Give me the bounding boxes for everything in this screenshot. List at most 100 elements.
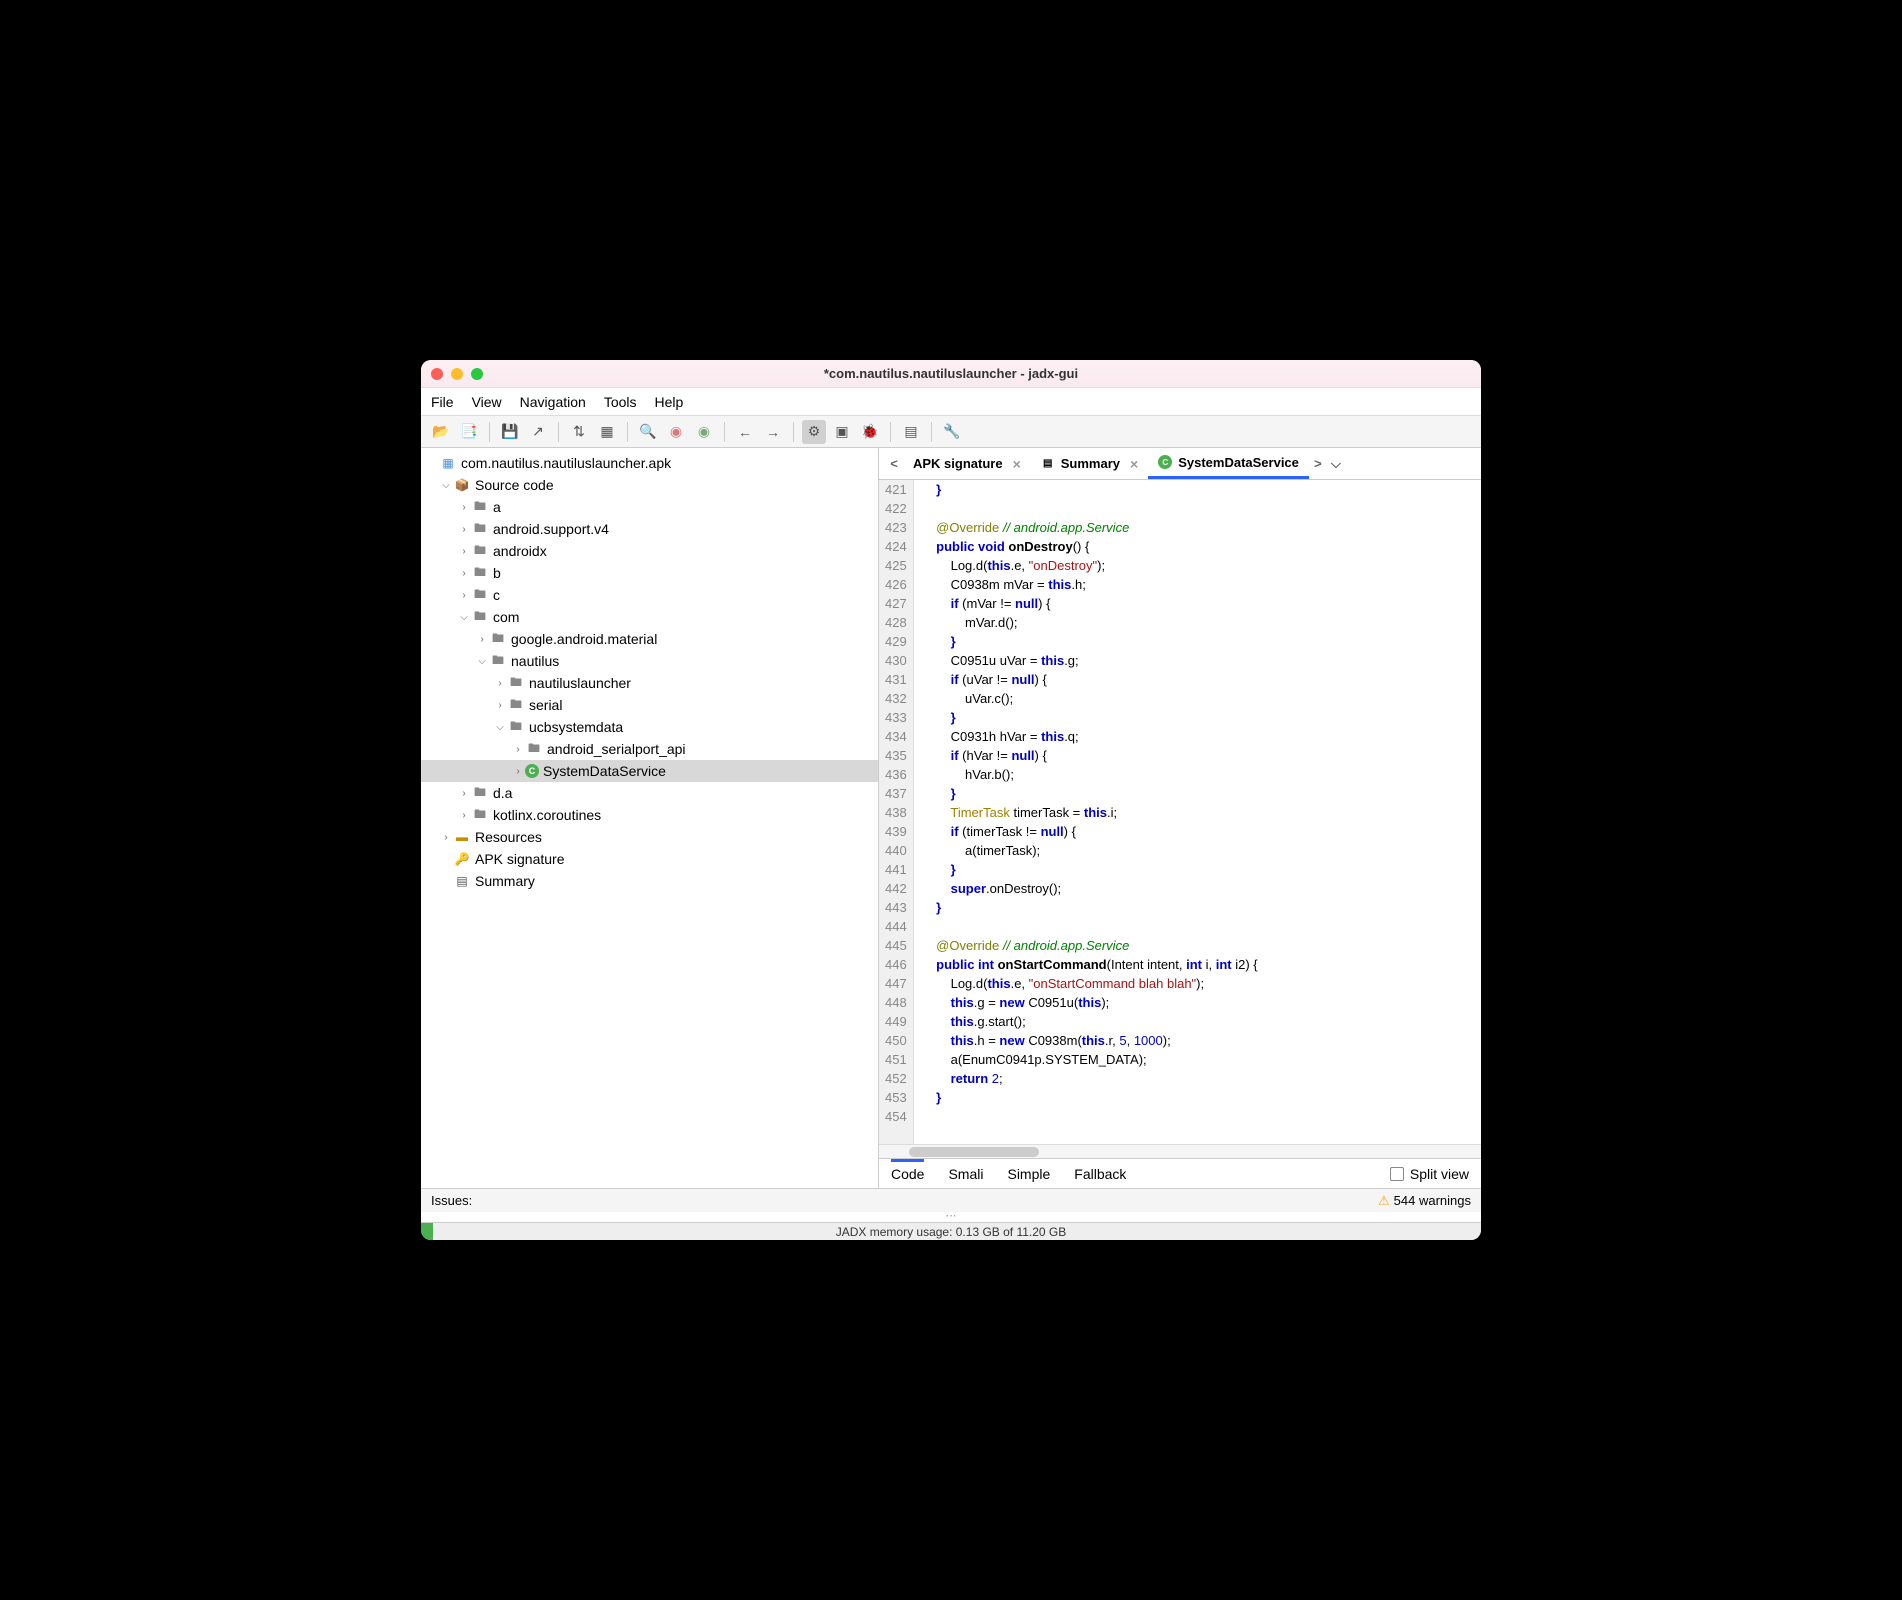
tree-label: nautilus [511,653,559,669]
tree-item-systemdataservice[interactable]: ›CSystemDataService [421,760,878,782]
code-content[interactable]: } @Override // android.app.Service publi… [914,480,1258,1144]
editor-tabs: < APK signature × ▤ Summary × C SystemDa… [879,448,1481,480]
view-tab-fallback[interactable]: Fallback [1074,1162,1126,1186]
traffic-lights [431,368,483,380]
separator [724,422,725,442]
tree-resources[interactable]: ›▬Resources [421,826,878,848]
tree-item-b[interactable]: ›🖿b [421,562,878,584]
tab-menu-icon[interactable]: ⌵ [1327,456,1345,472]
tree-item-android-serialport-api[interactable]: ›🖿android_serialport_api [421,738,878,760]
view-tab-simple[interactable]: Simple [1007,1162,1050,1186]
tab-scroll-right-icon[interactable]: > [1309,456,1327,471]
save-icon[interactable]: 💾 [498,420,522,444]
tree-label: nautiluslauncher [529,675,631,691]
debug-icon[interactable]: 🐞 [858,420,882,444]
tree-label: a [493,499,501,515]
tree-label: serial [529,697,562,713]
tree-item-nautiluslauncher[interactable]: ›🖿nautiluslauncher [421,672,878,694]
menubar: File View Navigation Tools Help [421,388,1481,416]
window-title: *com.nautilus.nautiluslauncher - jadx-gu… [421,366,1481,381]
split-view-checkbox[interactable] [1390,1167,1404,1181]
menu-file[interactable]: File [431,394,454,410]
tree-item-androidx[interactable]: ›🖿androidx [421,540,878,562]
tree-label: androidx [493,543,547,559]
tree-item-a[interactable]: ›🖿a [421,496,878,518]
memory-fill [421,1223,433,1240]
menu-help[interactable]: Help [655,394,684,410]
log-icon[interactable]: ▤ [899,420,923,444]
code-editor[interactable]: 4214224234244254264274284294304314324334… [879,480,1481,1144]
tab-systemdataservice[interactable]: C SystemDataService [1148,448,1309,479]
tree-item-google-material[interactable]: ›🖿google.android.material [421,628,878,650]
summary-icon: ▤ [1041,457,1055,471]
tree-item-ucbsystemdata[interactable]: ⌵🖿ucbsystemdata [421,716,878,738]
memory-text: JADX memory usage: 0.13 GB of 11.20 GB [836,1225,1067,1239]
warnings-count[interactable]: 544 warnings [1394,1193,1471,1208]
tree-item-com[interactable]: ⌵🖿com [421,606,878,628]
scrollbar-thumb[interactable] [909,1147,1039,1157]
separator [627,422,628,442]
tree-item-kotlinx[interactable]: ›🖿kotlinx.coroutines [421,804,878,826]
tab-apk-signature[interactable]: APK signature × [903,448,1031,479]
separator [489,422,490,442]
tree-item-android-support[interactable]: ›🖿android.support.v4 [421,518,878,540]
tree-summary[interactable]: ▸▤Summary [421,870,878,892]
separator [890,422,891,442]
tab-label: Summary [1061,456,1120,471]
open-file-icon[interactable]: 📂 [429,420,453,444]
split-view-label: Split view [1410,1166,1469,1182]
minimize-window-button[interactable] [451,368,463,380]
tab-scroll-left-icon[interactable]: < [885,456,903,471]
separator [558,422,559,442]
flatten-icon[interactable]: ▦ [595,420,619,444]
deobf-icon[interactable]: ⚙ [802,420,826,444]
tree-label: android.support.v4 [493,521,609,537]
close-window-button[interactable] [431,368,443,380]
titlebar[interactable]: *com.nautilus.nautiluslauncher - jadx-gu… [421,360,1481,388]
menu-view[interactable]: View [472,394,502,410]
view-tab-smali[interactable]: Smali [948,1162,983,1186]
project-tree[interactable]: ▸▦com.nautilus.nautiluslauncher.apk ⌵📦So… [421,448,879,1188]
editor-panel: < APK signature × ▤ Summary × C SystemDa… [879,448,1481,1188]
line-gutter: 4214224234244254264274284294304314324334… [879,480,914,1144]
separator [931,422,932,442]
search-class-icon[interactable]: ◉ [664,420,688,444]
tree-label: google.android.material [511,631,657,647]
warning-icon: ⚠ [1378,1193,1390,1209]
toolbar: 📂 📑 💾 ↗ ⇅ ▦ 🔍 ◉ ◉ ← → ⚙ ▣ 🐞 ▤ 🔧 [421,416,1481,448]
forward-icon[interactable]: → [761,420,785,444]
tree-item-d-a[interactable]: ›🖿d.a [421,782,878,804]
tree-source-code[interactable]: ⌵📦Source code [421,474,878,496]
resize-dots: ⋯ [421,1212,1481,1222]
close-icon[interactable]: × [1013,456,1021,472]
memory-bar[interactable]: JADX memory usage: 0.13 GB of 11.20 GB [421,1222,1481,1240]
app-window: *com.nautilus.nautiluslauncher - jadx-gu… [421,360,1481,1240]
quark-icon[interactable]: ▣ [830,420,854,444]
export-icon[interactable]: ↗ [526,420,550,444]
tree-apk-root[interactable]: ▸▦com.nautilus.nautiluslauncher.apk [421,452,878,474]
close-icon[interactable]: × [1130,456,1138,472]
tree-item-c[interactable]: ›🖿c [421,584,878,606]
tree-apk-signature[interactable]: ▸🔑APK signature [421,848,878,870]
view-tab-code[interactable]: Code [891,1159,924,1186]
menu-tools[interactable]: Tools [604,394,637,410]
back-icon[interactable]: ← [733,420,757,444]
tree-item-serial[interactable]: ›🖿serial [421,694,878,716]
search-icon[interactable]: 🔍 [636,420,660,444]
maximize-window-button[interactable] [471,368,483,380]
tab-summary[interactable]: ▤ Summary × [1031,448,1148,479]
sync-icon[interactable]: ⇅ [567,420,591,444]
separator [793,422,794,442]
split-view-toggle[interactable]: Split view [1390,1166,1469,1182]
settings-icon[interactable]: 🔧 [940,420,964,444]
add-file-icon[interactable]: 📑 [457,420,481,444]
tab-label: APK signature [913,456,1003,471]
tree-item-nautilus[interactable]: ⌵🖿nautilus [421,650,878,672]
tree-label: com.nautilus.nautiluslauncher.apk [461,455,671,471]
menu-navigation[interactable]: Navigation [520,394,586,410]
horizontal-scrollbar[interactable] [879,1144,1481,1158]
search-text-icon[interactable]: ◉ [692,420,716,444]
view-mode-tabs: Code Smali Simple Fallback Split view [879,1158,1481,1188]
issues-label: Issues: [431,1193,472,1208]
main-area: ▸▦com.nautilus.nautiluslauncher.apk ⌵📦So… [421,448,1481,1188]
